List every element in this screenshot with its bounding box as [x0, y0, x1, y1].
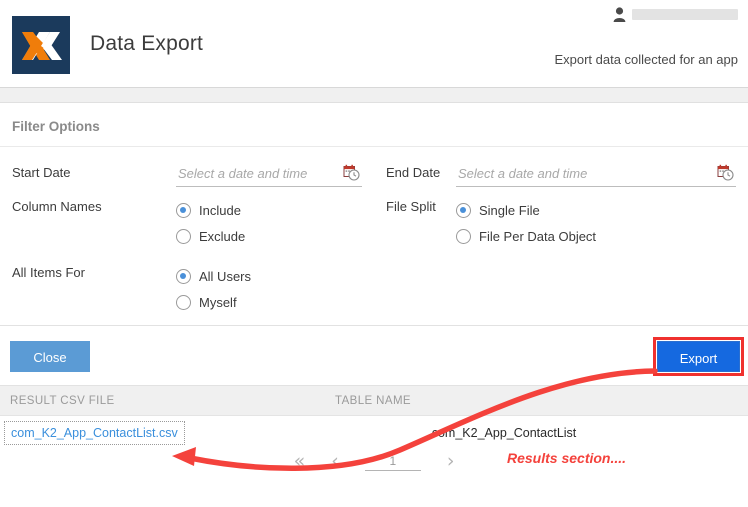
page-title: Data Export	[90, 32, 204, 55]
k2-logo	[12, 16, 70, 74]
radio-include-indicator[interactable]	[176, 202, 191, 218]
file-split-radio-group: Single File File Per Data Object	[456, 195, 736, 249]
section-divider-band	[0, 88, 748, 103]
k2-logo-glyph	[12, 16, 70, 74]
start-date-input[interactable]	[176, 166, 362, 181]
user-icon	[613, 7, 626, 22]
user-account[interactable]	[613, 7, 738, 22]
filter-options-section: Filter Options Start Date Select a date …	[0, 103, 748, 326]
radio-single-file-indicator[interactable]	[456, 202, 471, 218]
filter-row-dates: Start Date Select a date and time End Da…	[0, 161, 748, 187]
filter-options-title: Filter Options	[0, 103, 748, 147]
end-date-group: End Date	[374, 161, 748, 187]
column-header-result-csv-file: RESULT CSV FILE	[10, 394, 115, 407]
results-table-header: RESULT CSV FILE TABLE NAME	[0, 386, 748, 416]
header-subtitle: Export data collected for an app	[554, 52, 738, 67]
end-date-field[interactable]	[456, 161, 736, 187]
column-names-group: Column Names Include Exclude	[0, 195, 374, 249]
radio-option-myself[interactable]: Myself	[176, 289, 362, 315]
file-split-label: File Split	[386, 199, 436, 214]
column-names-radio-group: Include Exclude	[176, 195, 362, 249]
column-names-label: Column Names	[12, 199, 102, 214]
radio-option-include[interactable]: Include	[176, 197, 362, 223]
end-date-label: End Date	[386, 165, 441, 180]
radio-option-exclude[interactable]: Exclude	[176, 223, 362, 249]
pagination: « ‹ ›	[0, 452, 748, 471]
radio-all-users-indicator[interactable]	[176, 268, 191, 284]
filter-row-all-items: All Items For All Users Myself	[0, 261, 748, 315]
radio-include-label: Include	[199, 202, 241, 218]
start-date-label: Start Date	[12, 165, 71, 180]
export-button[interactable]: Export	[657, 341, 740, 372]
cell-result-csv-file: com_K2_App_ContactList.csv	[0, 421, 330, 445]
pagination-first-button[interactable]: «	[294, 452, 306, 471]
results-section: RESULT CSV FILE TABLE NAME com_K2_App_Co…	[0, 386, 748, 471]
radio-option-single-file[interactable]: Single File	[456, 197, 736, 223]
all-items-for-radio-group: All Users Myself	[176, 261, 362, 315]
start-date-field[interactable]	[176, 161, 362, 187]
calendar-clock-icon[interactable]	[717, 164, 734, 181]
close-button[interactable]: Close	[10, 341, 90, 372]
radio-option-file-per-data-object[interactable]: File Per Data Object	[456, 223, 736, 249]
radio-exclude-indicator[interactable]	[176, 228, 191, 244]
file-split-group: File Split Single File File Per Data Obj…	[374, 195, 748, 249]
radio-single-file-label: Single File	[479, 202, 540, 218]
column-header-table-name: TABLE NAME	[335, 394, 411, 407]
table-row: com_K2_App_ContactList.csv com_K2_App_Co…	[0, 416, 748, 450]
all-items-for-group: All Items For All Users Myself	[0, 261, 374, 315]
radio-file-per-data-object-indicator[interactable]	[456, 228, 471, 244]
all-items-for-label: All Items For	[12, 265, 85, 280]
action-bar: Close Export	[0, 326, 748, 386]
csv-file-link[interactable]: com_K2_App_ContactList.csv	[4, 421, 185, 445]
radio-file-per-data-object-label: File Per Data Object	[479, 228, 597, 244]
cell-table-name: com_K2_App_ContactList	[431, 426, 577, 440]
radio-option-all-users[interactable]: All Users	[176, 263, 362, 289]
pagination-prev-button[interactable]: ‹	[331, 452, 339, 471]
filter-row-options: Column Names Include Exclude File Split …	[0, 195, 748, 249]
pagination-page-input[interactable]	[364, 452, 421, 471]
calendar-clock-icon[interactable]	[343, 164, 360, 181]
user-name-redacted	[632, 9, 738, 20]
filter-options-body: Start Date Select a date and time End Da…	[0, 147, 748, 326]
radio-myself-label: Myself	[199, 294, 237, 310]
app-header: Data Export Export data collected for an…	[0, 0, 748, 88]
radio-myself-indicator[interactable]	[176, 294, 191, 310]
end-date-input[interactable]	[456, 166, 736, 181]
pagination-next-button[interactable]: ›	[447, 452, 455, 471]
radio-exclude-label: Exclude	[199, 228, 246, 244]
radio-all-users-label: All Users	[199, 268, 252, 284]
start-date-group: Start Date	[0, 161, 374, 187]
